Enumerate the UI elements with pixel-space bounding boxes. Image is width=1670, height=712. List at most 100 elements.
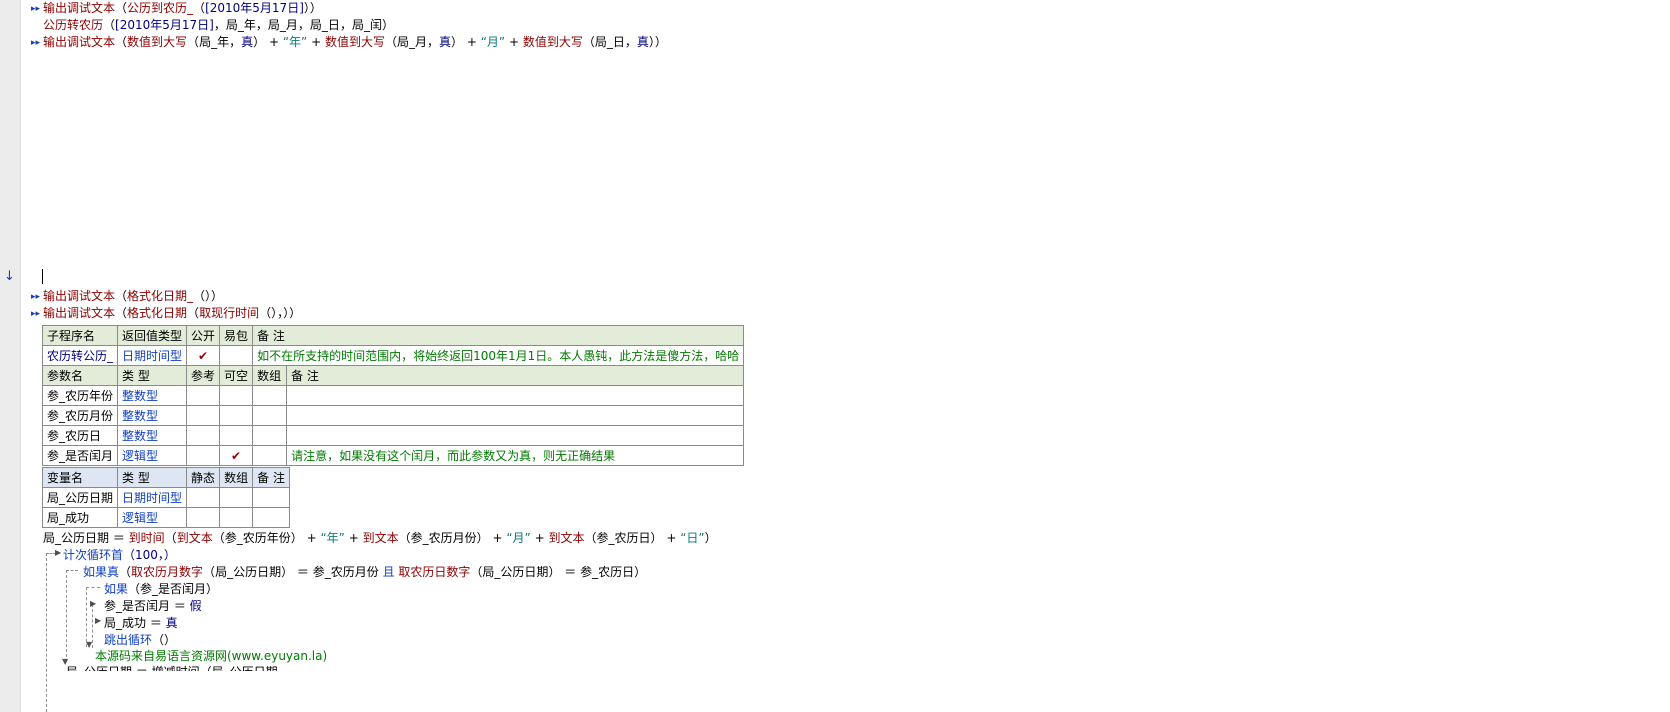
param-type[interactable]: 逻辑型 [117, 445, 188, 466]
code-line-if[interactable]: 如果（参_是否闰月） [104, 581, 218, 599]
package-cell[interactable] [219, 345, 254, 366]
variable-name[interactable]: 局_成功 [41, 507, 119, 528]
nullable-checkmark-icon[interactable]: ✔ [219, 445, 254, 466]
param-name[interactable]: 参_农历日 [41, 425, 119, 446]
header-cell: 数组 [219, 467, 254, 488]
param-array[interactable] [252, 405, 288, 426]
variable-array[interactable] [219, 487, 254, 508]
paren: ） [704, 531, 717, 545]
param-ref[interactable] [186, 405, 221, 426]
param-note[interactable] [286, 425, 745, 446]
code-line-output-3[interactable]: 输出调试文本（格式化日期_（）） [43, 288, 223, 306]
param-array[interactable] [252, 385, 288, 406]
paren: （）） [193, 289, 224, 303]
code-line-assign-success[interactable]: 局_成功 ＝ 真 [104, 615, 178, 633]
param-nullable[interactable] [219, 405, 254, 426]
code-line-output-1[interactable]: 输出调试文本（公历到农历_（[2010年5月17日]）） [43, 0, 322, 18]
param-ref[interactable] [186, 445, 221, 466]
break-keyword: 跳出循环 [104, 633, 153, 647]
code-line-assign-date[interactable]: 局_公历日期 ＝ 到时间（到文本（参_农历年份） + “年” + 到文本（参_农… [43, 530, 717, 548]
variable-name[interactable]: 局_公历日期 [41, 487, 119, 508]
variable-array[interactable] [219, 507, 254, 528]
comma: ， [229, 35, 242, 49]
param-array[interactable] [252, 425, 288, 446]
header-cell: 备 注 [286, 365, 745, 386]
param-note[interactable] [286, 405, 745, 426]
var-ref: 局_年 [225, 18, 256, 32]
paren: （ [164, 531, 177, 545]
variable-static[interactable] [186, 507, 221, 528]
header-cell: 类 型 [117, 467, 188, 488]
paren: （ [193, 1, 206, 15]
paren: ） [281, 565, 294, 579]
code-line-loop[interactable]: 计次循环首（100，） [63, 547, 176, 565]
param-type[interactable]: 整数型 [117, 405, 188, 426]
if-inner-guide-tick [86, 587, 100, 588]
param-row[interactable]: 参_农历月份 整数型 [41, 405, 745, 426]
param-note[interactable]: 请注意，如果没有这个闰月，而此参数又为真，则无正确结果 [286, 445, 745, 466]
func-name: 到文本 [176, 531, 213, 545]
subroutine-note[interactable]: 如不在所支持的时间范围内，将始终返回100年1月1日。本人愚钝，此方法是傻方法，… [252, 345, 745, 366]
code-line-assign-leap[interactable]: 参_是否闰月 ＝ 假 [104, 598, 202, 616]
paren: （ [203, 565, 216, 579]
paren: （ [384, 35, 397, 49]
variable-note[interactable] [252, 487, 290, 508]
param-row[interactable]: 参_是否闰月 逻辑型 ✔ 请注意，如果没有这个闰月，而此参数又为真，则无正确结果 [41, 445, 745, 466]
paren: （ [119, 565, 132, 579]
code-line-output-2[interactable]: 输出调试文本（数值到大写（局_年，真） + “年” + 数值到大写（局_月，真）… [43, 34, 667, 52]
comma: ， [426, 35, 439, 49]
variable-note[interactable] [252, 507, 290, 528]
public-checkmark-icon[interactable]: ✔ [186, 345, 221, 366]
code-line-partial[interactable]: 局_公历日期 ＝ 增减时间（局_公历日期， [66, 664, 290, 671]
param-nullable[interactable] [219, 385, 254, 406]
subroutine-name[interactable]: 农历转公历_ [41, 345, 119, 366]
variable-row[interactable]: 局_成功 逻辑型 [41, 507, 290, 528]
var-ref: 局_月 [267, 18, 298, 32]
return-type[interactable]: 日期时间型 [117, 345, 188, 366]
variable-type[interactable]: 日期时间型 [117, 487, 188, 508]
param-type[interactable]: 整数型 [117, 425, 188, 446]
param-name[interactable]: 参_是否闰月 [41, 445, 119, 466]
param-row[interactable]: 参_农历年份 整数型 [41, 385, 745, 406]
paren: （ [187, 35, 200, 49]
code-line-output-4[interactable]: 输出调试文本（格式化日期（取现行时间（），）） [43, 305, 301, 323]
func-name: 输出调试文本 [43, 1, 116, 15]
variable-row[interactable]: 局_公历日期 日期时间型 [41, 487, 290, 508]
if-keyword: 如果 [104, 582, 129, 596]
paren: （ [115, 289, 128, 303]
loop-args: （100，） [123, 548, 176, 562]
param-name[interactable]: 参_农历月份 [41, 405, 119, 426]
code-line-convert[interactable]: 公历转农历（[2010年5月17日]，局_年，局_月，局_日，局_闰） [43, 17, 394, 35]
paren: ） [290, 531, 303, 545]
operator: + [307, 35, 325, 49]
comma: ， [255, 18, 268, 32]
code-line-comment[interactable]: 本源码来自易语言资源网(www.eyuyan.la) [95, 648, 327, 666]
param-array[interactable] [252, 445, 288, 466]
variable-static[interactable] [186, 487, 221, 508]
header-cell: 数组 [252, 365, 288, 386]
param-name[interactable]: 参_农历年份 [41, 385, 119, 406]
paren: ）） [303, 1, 322, 15]
operator: + [302, 531, 321, 545]
param-row[interactable]: 参_农历日 整数型 [41, 425, 745, 446]
code-line-if-true[interactable]: 如果真（取农历月数字（局_公历日期） ＝ 参_农历月份 且 取农历日数字（局_公… [83, 564, 646, 582]
header-cell: 参数名 [41, 365, 119, 386]
text-literal: “日” [680, 531, 705, 545]
var-ref: 局_成功 [104, 616, 147, 630]
subroutine-row[interactable]: 农历转公历_ 日期时间型 ✔ 如不在所支持的时间范围内，将始终返回100年1月1… [41, 345, 745, 366]
comma: ， [339, 18, 352, 32]
paren: ） [476, 531, 489, 545]
var-ref: 参_农历年份 [224, 531, 291, 545]
param-type[interactable]: 整数型 [117, 385, 188, 406]
param-note[interactable] [286, 385, 745, 406]
var-ref: 参_农历日 [580, 565, 635, 579]
paren: （） [152, 633, 177, 647]
param-nullable[interactable] [219, 425, 254, 446]
param-ref[interactable] [186, 425, 221, 446]
paren: （ [470, 565, 483, 579]
func-name: 数值到大写 [522, 35, 583, 49]
bool-constant: 真 [636, 35, 649, 49]
param-ref[interactable] [186, 385, 221, 406]
text-literal: “月” [480, 35, 506, 49]
variable-type[interactable]: 逻辑型 [117, 507, 188, 528]
